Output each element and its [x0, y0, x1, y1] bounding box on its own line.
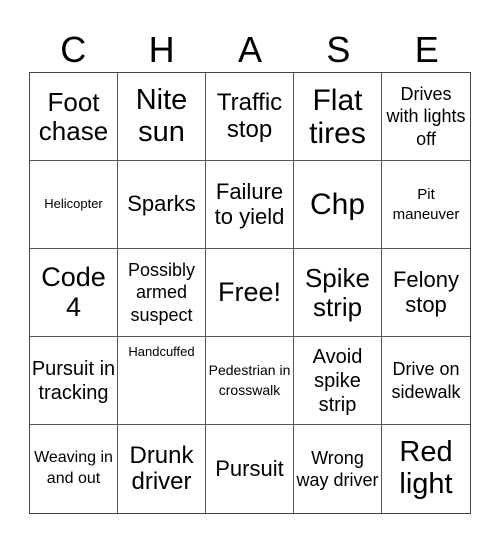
header-letter-e: E: [414, 29, 439, 70]
bingo-cell[interactable]: Traffic stop: [206, 73, 294, 161]
bingo-card: Foot chase Nite sun Traffic stop Flat ti…: [29, 72, 471, 514]
bingo-cell[interactable]: Felony stop: [382, 249, 470, 337]
bingo-cell[interactable]: Pit maneuver: [382, 161, 470, 249]
bingo-cell[interactable]: Avoid spike strip: [294, 337, 382, 425]
bingo-cell[interactable]: Weaving in and out: [30, 425, 118, 513]
bingo-cell[interactable]: Possibly armed suspect: [118, 249, 206, 337]
bingo-cell[interactable]: Red light: [382, 425, 470, 513]
bingo-header: C H A S E: [29, 28, 471, 72]
bingo-cell[interactable]: Handcuffed: [118, 337, 206, 425]
header-letter-h: H: [148, 29, 175, 70]
bingo-cell[interactable]: Failure to yield: [206, 161, 294, 249]
bingo-cell[interactable]: Spike strip: [294, 249, 382, 337]
header-letter-s: S: [326, 29, 351, 70]
bingo-cell[interactable]: Pedestrian in crosswalk: [206, 337, 294, 425]
bingo-cell[interactable]: Nite sun: [118, 73, 206, 161]
bingo-cell[interactable]: Flat tires: [294, 73, 382, 161]
free-space[interactable]: Free!: [206, 249, 294, 337]
header-letter-c: C: [60, 29, 87, 70]
bingo-cell[interactable]: Code 4: [30, 249, 118, 337]
bingo-cell[interactable]: Helicopter: [30, 161, 118, 249]
bingo-cell[interactable]: Pursuit in tracking: [30, 337, 118, 425]
bingo-cell[interactable]: Drunk driver: [118, 425, 206, 513]
bingo-cell[interactable]: Wrong way driver: [294, 425, 382, 513]
bingo-cell[interactable]: Drives with lights off: [382, 73, 470, 161]
bingo-cell[interactable]: Sparks: [118, 161, 206, 249]
bingo-cell[interactable]: Foot chase: [30, 73, 118, 161]
bingo-cell[interactable]: Chp: [294, 161, 382, 249]
header-letter-a: A: [237, 29, 262, 70]
bingo-cell[interactable]: Pursuit: [206, 425, 294, 513]
bingo-cell[interactable]: Drive on sidewalk: [382, 337, 470, 425]
